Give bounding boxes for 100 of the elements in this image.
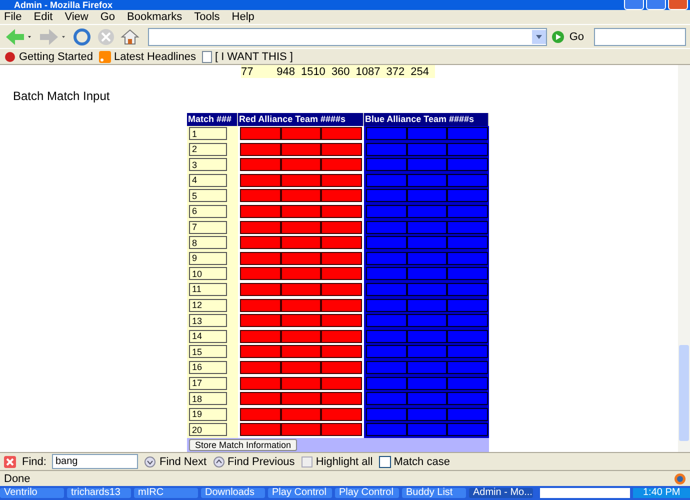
taskbar-button[interactable]: mIRC xyxy=(134,488,198,498)
team-number-field[interactable] xyxy=(447,423,488,436)
team-number-field[interactable] xyxy=(447,158,488,172)
team-number-field[interactable] xyxy=(447,376,488,390)
team-number-field[interactable] xyxy=(240,174,281,187)
team-number-field[interactable] xyxy=(366,376,407,390)
team-number-field[interactable] xyxy=(406,345,448,358)
team-number-field[interactable] xyxy=(280,142,322,156)
find-field[interactable]: bang xyxy=(52,454,138,469)
team-number-field[interactable] xyxy=(240,408,281,421)
team-number-field[interactable] xyxy=(280,236,322,250)
taskbar-button[interactable]: Downloads xyxy=(201,488,265,498)
match-number-field[interactable]: 11 xyxy=(189,282,227,296)
team-number-field[interactable] xyxy=(321,174,362,187)
taskbar-button[interactable]: Ventrilo xyxy=(0,488,64,498)
team-number-field[interactable] xyxy=(321,158,362,172)
match-number-field[interactable]: 8 xyxy=(189,236,227,250)
taskbar-button[interactable]: Admin - Mo... xyxy=(469,488,533,498)
team-number-field[interactable] xyxy=(447,392,488,406)
team-number-field[interactable] xyxy=(280,282,322,296)
team-number-field[interactable] xyxy=(280,345,322,358)
team-number-field[interactable] xyxy=(447,204,488,218)
match-number-field[interactable]: 3 xyxy=(189,158,227,172)
team-number-field[interactable] xyxy=(240,127,281,140)
find-next-button[interactable]: Find Next xyxy=(144,456,207,468)
team-number-field[interactable] xyxy=(280,127,322,140)
team-number-field[interactable] xyxy=(240,189,281,202)
team-number-field[interactable] xyxy=(240,236,281,250)
taskbar-button[interactable]: Buddy List xyxy=(402,488,466,498)
match-number-field[interactable]: 1 xyxy=(189,127,227,140)
team-number-field[interactable] xyxy=(406,392,448,406)
team-number-field[interactable] xyxy=(240,142,281,156)
team-number-field[interactable] xyxy=(321,408,362,421)
match-number-field[interactable]: 13 xyxy=(189,314,227,328)
team-number-field[interactable] xyxy=(321,298,362,312)
team-number-field[interactable] xyxy=(447,220,488,234)
team-number-field[interactable] xyxy=(366,204,407,218)
team-number-field[interactable] xyxy=(447,236,488,250)
team-number-field[interactable] xyxy=(321,142,362,156)
team-number-field[interactable] xyxy=(366,408,407,421)
stop-icon[interactable] xyxy=(96,26,116,46)
team-number-field[interactable] xyxy=(321,204,362,218)
team-number-field[interactable] xyxy=(240,267,281,280)
team-number-field[interactable] xyxy=(406,127,448,140)
team-number-field[interactable] xyxy=(447,252,488,265)
team-number-field[interactable] xyxy=(321,423,362,436)
team-number-field[interactable] xyxy=(280,314,322,328)
search-field[interactable] xyxy=(594,28,686,46)
team-number-field[interactable] xyxy=(321,360,362,374)
team-number-field[interactable] xyxy=(366,330,407,343)
team-number-field[interactable] xyxy=(406,236,448,250)
team-number-field[interactable] xyxy=(447,360,488,374)
team-number-field[interactable] xyxy=(406,314,448,328)
team-number-field[interactable] xyxy=(406,174,448,187)
go-icon[interactable] xyxy=(551,30,566,44)
team-number-field[interactable] xyxy=(447,330,488,343)
team-number-field[interactable] xyxy=(406,142,448,156)
maximize-button[interactable] xyxy=(646,0,666,10)
bookmark-item[interactable]: Getting Started xyxy=(4,50,93,62)
team-number-field[interactable] xyxy=(280,423,322,436)
team-number-field[interactable] xyxy=(321,345,362,358)
menu-item[interactable]: Go xyxy=(100,11,116,23)
team-number-field[interactable] xyxy=(240,345,281,358)
team-number-field[interactable] xyxy=(280,252,322,265)
team-number-field[interactable] xyxy=(321,282,362,296)
match-number-field[interactable]: 15 xyxy=(189,345,227,358)
team-number-field[interactable] xyxy=(280,376,322,390)
match-number-field[interactable]: 2 xyxy=(189,142,227,156)
back-arrow-icon[interactable] xyxy=(4,26,34,46)
team-number-field[interactable] xyxy=(321,189,362,202)
team-number-field[interactable] xyxy=(447,345,488,358)
menu-item[interactable]: Help xyxy=(232,11,254,23)
match-number-field[interactable]: 20 xyxy=(189,423,227,436)
team-number-field[interactable] xyxy=(366,252,407,265)
team-number-field[interactable] xyxy=(366,142,407,156)
team-number-field[interactable] xyxy=(406,189,448,202)
team-number-field[interactable] xyxy=(366,282,407,296)
team-number-field[interactable] xyxy=(240,423,281,436)
team-number-field[interactable] xyxy=(366,158,407,172)
menu-item[interactable]: Bookmarks xyxy=(127,11,182,23)
team-number-field[interactable] xyxy=(240,298,281,312)
match-number-field[interactable]: 6 xyxy=(189,204,227,218)
team-number-field[interactable] xyxy=(280,158,322,172)
bookmark-item[interactable]: [ I WANT THIS ] xyxy=(202,50,293,62)
team-number-field[interactable] xyxy=(240,330,281,343)
dropdown-icon[interactable] xyxy=(532,30,546,44)
team-number-field[interactable] xyxy=(240,220,281,234)
match-number-field[interactable]: 19 xyxy=(189,408,227,421)
bookmark-item[interactable]: Latest Headlines xyxy=(99,50,196,62)
highlight-all-button[interactable]: Highlight all xyxy=(300,456,373,468)
team-number-field[interactable] xyxy=(447,127,488,140)
find-previous-button[interactable]: Find Previous xyxy=(212,456,295,468)
team-number-field[interactable] xyxy=(406,204,448,218)
match-number-field[interactable]: 5 xyxy=(189,189,227,202)
team-number-field[interactable] xyxy=(321,314,362,328)
match-number-field[interactable]: 12 xyxy=(189,298,227,312)
team-number-field[interactable] xyxy=(406,282,448,296)
team-number-field[interactable] xyxy=(321,236,362,250)
team-number-field[interactable] xyxy=(406,267,448,280)
team-number-field[interactable] xyxy=(406,330,448,343)
